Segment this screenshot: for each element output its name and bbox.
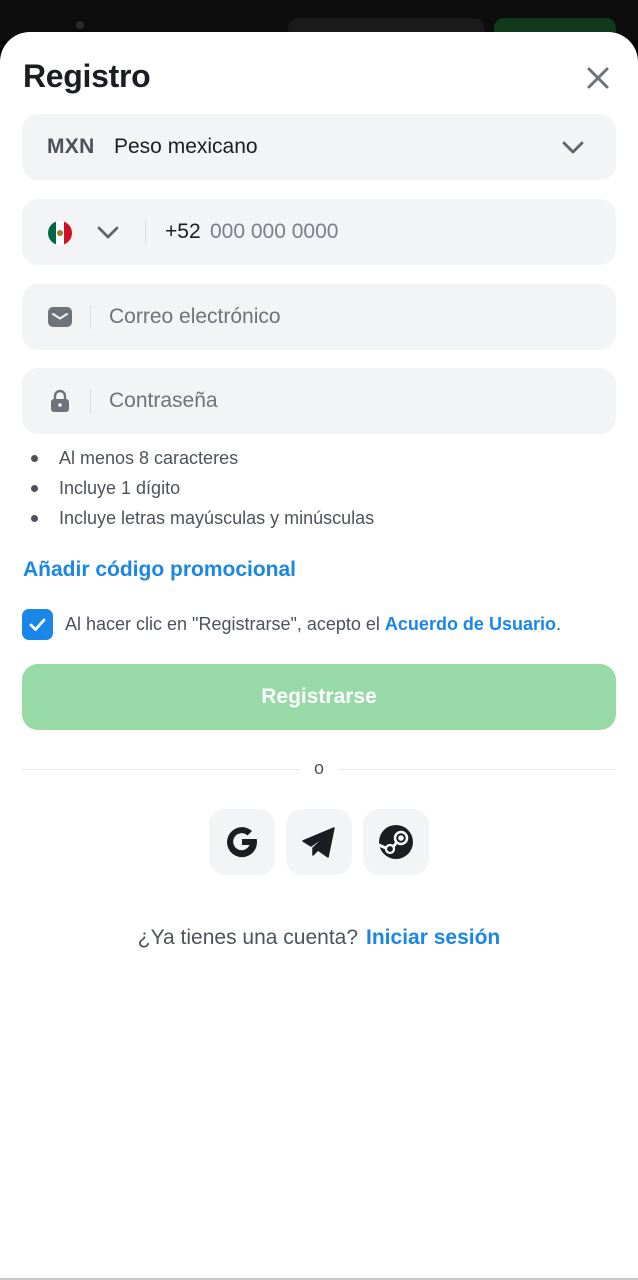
password-input[interactable] xyxy=(109,382,589,420)
agreement-text: Al hacer clic en "Registrarse", acepto e… xyxy=(65,614,561,635)
registration-sheet: Registro MXN Peso mexicano +52 000 000 0… xyxy=(0,32,638,1280)
password-rules-list: Al menos 8 caracteres Incluye 1 dígito I… xyxy=(30,447,374,537)
steam-login-button[interactable] xyxy=(363,809,429,875)
agreement-suffix: . xyxy=(555,614,561,634)
currency-select[interactable]: MXN Peso mexicano xyxy=(22,114,616,180)
or-divider-label: o xyxy=(313,758,324,778)
close-icon[interactable] xyxy=(580,60,616,96)
register-button[interactable]: Registrarse xyxy=(22,664,616,730)
agreement-checkbox[interactable] xyxy=(22,609,53,640)
email-field xyxy=(22,284,616,350)
phone-field: +52 xyxy=(22,199,616,265)
telegram-login-button[interactable] xyxy=(286,809,352,875)
google-login-button[interactable] xyxy=(209,809,275,875)
login-question: ¿Ya tienes una cuenta? xyxy=(137,926,359,949)
field-divider xyxy=(145,220,146,244)
phone-input[interactable] xyxy=(210,213,590,251)
page-title: Registro xyxy=(23,58,151,94)
envelope-icon xyxy=(47,304,73,330)
password-rule: Incluye letras mayúsculas y minúsculas xyxy=(30,507,374,537)
login-link[interactable]: Iniciar sesión xyxy=(366,926,500,949)
password-field xyxy=(22,368,616,434)
divider-line xyxy=(338,769,616,770)
camera-dot xyxy=(76,21,84,29)
phone-prefix: +52 xyxy=(165,220,201,243)
add-promo-code-link[interactable]: Añadir código promocional xyxy=(23,558,296,582)
field-divider xyxy=(90,305,91,329)
currency-name: Peso mexicano xyxy=(114,135,258,158)
divider-line xyxy=(22,769,300,770)
field-divider xyxy=(90,389,91,413)
chevron-down-icon xyxy=(560,134,586,160)
email-input[interactable] xyxy=(109,298,589,336)
country-chevron-down-icon[interactable] xyxy=(95,219,121,245)
mexico-flag-icon[interactable] xyxy=(48,221,72,245)
password-rule: Incluye 1 dígito xyxy=(30,477,374,507)
agreement-label: Al hacer clic en "Registrarse", acepto e… xyxy=(65,614,385,634)
password-rule: Al menos 8 caracteres xyxy=(30,447,374,477)
login-prompt: ¿Ya tienes una cuenta? Iniciar sesión xyxy=(0,926,638,950)
user-agreement-link[interactable]: Acuerdo de Usuario xyxy=(385,614,556,634)
lock-icon xyxy=(47,388,73,414)
currency-code: MXN xyxy=(47,135,95,158)
